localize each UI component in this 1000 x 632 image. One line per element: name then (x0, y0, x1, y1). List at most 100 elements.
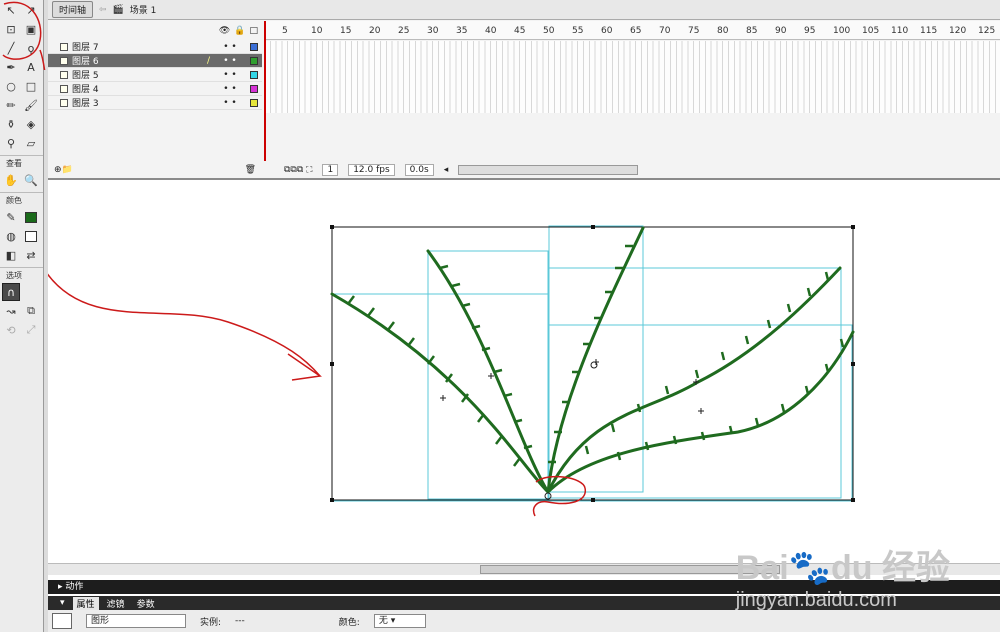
layer-toggles[interactable]: • • (210, 56, 250, 66)
rectangle-tool-icon[interactable]: □ (22, 77, 40, 95)
ruler-tick: 100 (833, 26, 851, 36)
layer-row[interactable]: 图层 4 • • (48, 82, 262, 96)
layer-footer: ⊕📁 🗑 (48, 162, 262, 178)
selection-bounds[interactable] (330, 225, 855, 502)
ruler-tick: 40 (485, 26, 497, 36)
ruler-tick: 85 (746, 26, 758, 36)
tab-params[interactable]: 参数 (133, 597, 159, 610)
paint-bucket-tool-icon[interactable]: ◈ (22, 115, 40, 133)
ruler-tick: 105 (862, 26, 880, 36)
lock-icon[interactable]: 🔒 (234, 26, 245, 36)
elapsed-time: 0.0s (404, 164, 434, 176)
layer-row[interactable]: 图层 6/• • (48, 54, 262, 68)
layer-icon (60, 70, 68, 79)
layer-header: 👁 🔒 □ (48, 21, 262, 40)
ruler-tick: 25 (398, 26, 410, 36)
onion-skin-icon[interactable]: ⧉⧉⧉ ⛶ (284, 165, 312, 175)
registration-points (440, 359, 704, 414)
ink-bottle-tool-icon[interactable]: ⚱ (2, 115, 20, 133)
layer-icon (60, 84, 68, 93)
timeline-scrollbar[interactable] (458, 165, 639, 175)
layer-row[interactable]: 图层 7 • • (48, 40, 262, 54)
ruler-tick: 55 (572, 26, 584, 36)
options-section-label: 选项 (0, 267, 43, 282)
layer-icon (60, 56, 68, 65)
eyedropper-tool-icon[interactable]: ⚲ (2, 134, 20, 152)
ruler-tick: 35 (456, 26, 468, 36)
layer-name: 图层 3 (72, 99, 99, 109)
empty-slot (22, 283, 40, 301)
pencil-tool-icon[interactable]: ✏ (2, 96, 20, 114)
layer-color-box[interactable] (250, 84, 258, 93)
smooth-icon[interactable]: ↝ (2, 302, 20, 320)
zoom-tool-icon[interactable]: 🔍 (22, 171, 40, 189)
back-arrow-icon[interactable]: ⇦ (99, 5, 107, 15)
ruler-tick: 115 (920, 26, 938, 36)
frame-ruler[interactable]: 5 10 15 20 25 30 35 40 45 50 55 60 65 70 75 80 85 90 95 100… (264, 21, 1000, 40)
scene-label[interactable]: 场景 1 (130, 3, 157, 16)
current-frame: 1 (322, 164, 339, 176)
stage[interactable] (45, 182, 1000, 574)
layer-color-box[interactable] (250, 98, 258, 107)
snap-magnet-icon[interactable]: ∩ (2, 283, 20, 301)
rotate-icon[interactable]: ⟲ (2, 321, 20, 339)
oval-tool-icon[interactable]: ○ (2, 77, 20, 95)
layer-color-box[interactable] (250, 70, 258, 79)
tool-circle-annotation (2, 1, 46, 70)
layer-row[interactable]: 图层 5 • • (48, 68, 262, 82)
swap-colors-icon[interactable]: ⇄ (22, 246, 40, 264)
properties-panel: 图形 实例: --- 颜色: 无 ▾ (48, 610, 1000, 632)
layer-toggles[interactable]: • • (210, 98, 250, 108)
tools-panel: ↖ ↗ ⊡ ▣ ╱ ϙ ✒ A ○ □ ✏ 🖌 ⚱ ◈ ⚲ ▱ 查看 ✋ 🔍 颜… (0, 0, 44, 632)
ruler-tick: 10 (311, 26, 323, 36)
ruler-tick: 30 (427, 26, 439, 36)
layer-icon (60, 98, 68, 107)
layer-toggles[interactable]: • • (210, 42, 250, 52)
symbol-type-select[interactable]: 图形 (86, 614, 186, 628)
fill-color-swatch[interactable] (22, 227, 40, 245)
stroke-color-swatch[interactable] (22, 208, 40, 226)
layer-color-box[interactable] (250, 42, 258, 51)
playhead[interactable] (264, 21, 266, 161)
actions-label: 动作 (65, 582, 84, 592)
brush-tool-icon[interactable]: 🖌 (22, 96, 40, 114)
ruler-tick: 65 (630, 26, 642, 36)
collapse-icon[interactable]: ▾ (56, 598, 69, 608)
color-select[interactable]: 无 ▾ (373, 614, 426, 628)
ruler-tick: 50 (543, 26, 555, 36)
ruler-tick: 45 (514, 26, 526, 36)
watermark-brand2: 经验 (882, 549, 950, 587)
layer-row[interactable]: 图层 3 • • (48, 96, 262, 110)
straighten-icon[interactable]: ⧉ (22, 302, 40, 320)
instance-label: 实例: (200, 617, 222, 628)
hand-tool-icon[interactable]: ✋ (2, 171, 20, 189)
layer-toggles[interactable]: • • (210, 84, 250, 94)
frame-rate: 12.0 fps (348, 164, 395, 176)
tab-filters[interactable]: 滤镜 (103, 597, 129, 610)
outline-icon[interactable]: □ (249, 26, 258, 36)
layer-toggles[interactable]: • • (210, 70, 250, 80)
ruler-tick: 75 (688, 26, 700, 36)
frame-status-bar: ⧉⧉⧉ ⛶ 1 12.0 fps 0.0s ◂ (264, 162, 1000, 178)
add-layer-icon[interactable]: ⊕📁 (54, 165, 73, 175)
scale-icon[interactable]: ⤢ (22, 321, 40, 339)
scroll-left-icon[interactable]: ◂ (444, 165, 449, 175)
default-colors-icon[interactable]: ◧ (2, 246, 20, 264)
eraser-tool-icon[interactable]: ▱ (22, 134, 40, 152)
layer-name: 图层 7 (72, 43, 99, 53)
tab-properties[interactable]: 属性 (72, 596, 99, 610)
delete-layer-icon[interactable]: 🗑 (245, 165, 256, 175)
timeline-toggle-button[interactable]: 时间轴 (52, 1, 94, 18)
layer-list: 👁 🔒 □ 图层 7 • • 图层 6/• • 图层 5 • • 图层 4 • • 图层 3 •… (48, 21, 262, 161)
ruler-tick: 70 (659, 26, 671, 36)
frames-area[interactable]: 5 10 15 20 25 30 35 40 45 50 55 60 65 70 75 80 85 90 95 100… (264, 21, 1000, 161)
ruler-tick: 20 (369, 26, 381, 36)
ruler-tick: 90 (775, 26, 787, 36)
layer-color-box[interactable] (250, 56, 258, 65)
stroke-color-icon: ✎ (6, 210, 16, 224)
frame-grid[interactable] (264, 41, 1000, 113)
stage-canvas[interactable] (45, 182, 1000, 574)
color-label: 颜色: (338, 617, 360, 628)
watermark-brand: Bai (735, 549, 789, 587)
eye-icon[interactable]: 👁 (219, 26, 230, 36)
